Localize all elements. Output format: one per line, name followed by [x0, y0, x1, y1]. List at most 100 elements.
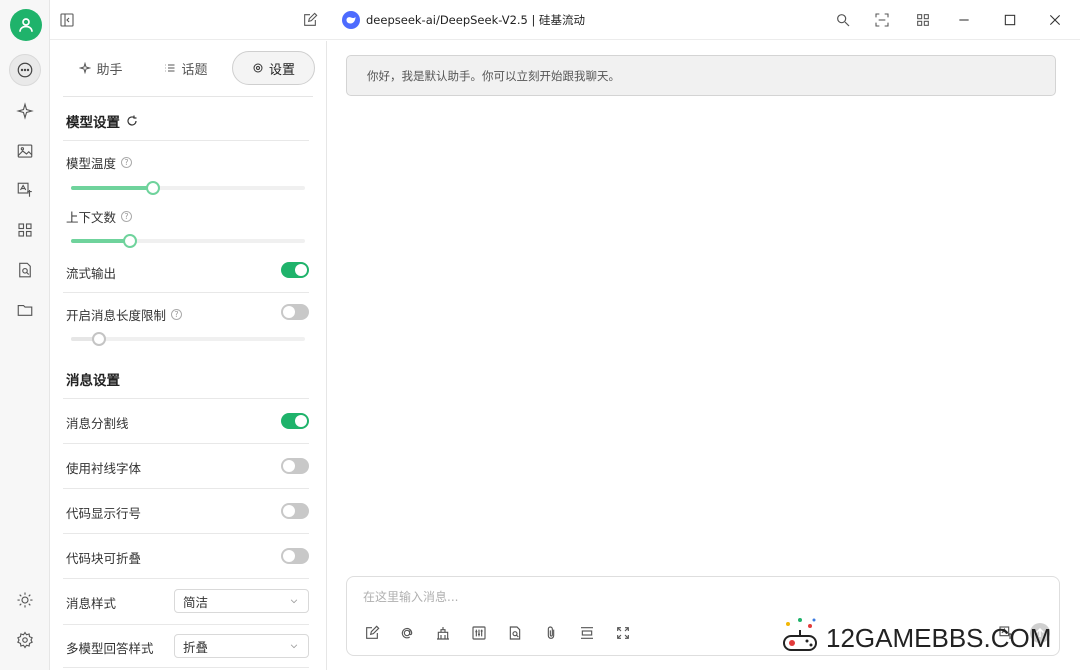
edit-icon	[366, 625, 380, 639]
message-style-label: 消息样式	[66, 596, 117, 611]
context-label: 上下文数 ?	[66, 207, 133, 226]
left-rail	[0, 0, 50, 670]
rail-agents-button[interactable]	[9, 95, 41, 127]
message-style-select[interactable]: 简洁	[174, 589, 309, 613]
search-button[interactable]	[833, 10, 853, 30]
model-settings-title-text: 模型设置	[66, 115, 120, 131]
message-input[interactable]: 在这里输入消息...	[363, 588, 458, 605]
code-collapsible-label: 代码块可折叠	[66, 551, 142, 566]
new-topic-button[interactable]	[363, 624, 381, 642]
slider-thumb[interactable]	[92, 332, 107, 346]
rail-image-button[interactable]	[9, 135, 41, 167]
slider-fill	[71, 186, 153, 190]
user-icon	[19, 18, 33, 32]
paperclip-icon	[547, 626, 555, 639]
document-search-icon	[509, 626, 521, 640]
gamepad-logo-icon	[783, 618, 817, 651]
assistant-greeting-message: 你好，我是默认助手。你可以立刻开始跟我聊天。	[346, 55, 1056, 96]
gear-icon	[253, 63, 263, 73]
expand-icon	[617, 627, 629, 639]
settings-panel: 助手 话题 设置 模型设置 模型温度 ? 上下文数 ? 流式输出 开启消息长度限…	[51, 41, 327, 670]
max-length-label-text: 开启消息长度限制	[66, 308, 167, 323]
screenshot-button[interactable]	[872, 10, 892, 30]
rail-theme-button[interactable]	[9, 584, 41, 616]
help-icon[interactable]: ?	[121, 211, 133, 222]
gear-icon	[17, 631, 33, 649]
tab-topics[interactable]: 话题	[156, 51, 216, 85]
max-length-slider[interactable]	[71, 332, 305, 346]
serif-font-label: 使用衬线字体	[66, 461, 142, 476]
message-divider-toggle[interactable]	[281, 413, 309, 429]
rail-settings-button[interactable]	[9, 624, 41, 656]
sliders-icon	[472, 626, 486, 640]
apps-button[interactable]	[913, 10, 933, 30]
new-chat-button[interactable]	[300, 10, 320, 30]
divider	[63, 398, 309, 399]
list-icon	[165, 64, 175, 72]
grid-icon	[917, 14, 929, 26]
mention-model-button[interactable]	[398, 624, 416, 642]
slider-thumb[interactable]	[122, 234, 137, 248]
clear-context-button[interactable]	[578, 624, 596, 642]
tabs-divider	[63, 96, 313, 97]
chevron-down-icon	[290, 599, 298, 604]
minimize-button[interactable]	[954, 10, 974, 30]
rail-chat-button[interactable]	[9, 54, 41, 86]
tab-settings-label: 设置	[268, 62, 295, 78]
sun-icon	[17, 592, 33, 608]
at-sign-icon	[401, 627, 413, 639]
rail-knowledge-button[interactable]	[9, 254, 41, 286]
toggle-sidebar-button[interactable]	[57, 10, 77, 30]
rail-apps-button[interactable]	[9, 214, 41, 246]
temperature-slider[interactable]	[71, 181, 305, 195]
divider	[63, 624, 309, 625]
rail-translate-button[interactable]	[9, 174, 41, 206]
serif-font-toggle[interactable]	[281, 458, 309, 474]
tab-assistant-label: 助手	[96, 62, 123, 78]
context-divider-icon	[581, 627, 593, 639]
panel-tabs: 助手 话题 设置	[51, 51, 327, 85]
sparkle-icon	[79, 62, 92, 74]
document-search-icon	[19, 262, 31, 278]
tab-assistant[interactable]: 助手	[71, 51, 131, 85]
multi-model-style-label: 多模型回答样式	[66, 641, 154, 656]
help-icon[interactable]: ?	[171, 309, 183, 320]
model-logo	[342, 11, 360, 29]
max-length-label: 开启消息长度限制 ?	[66, 305, 183, 324]
divider	[63, 292, 309, 293]
rail-files-button[interactable]	[9, 294, 41, 326]
attach-button[interactable]	[542, 624, 560, 642]
maximize-icon	[1004, 14, 1016, 26]
grid-icon	[18, 223, 32, 237]
stream-output-label: 流式输出	[66, 266, 117, 281]
knowledge-base-button[interactable]	[506, 624, 524, 642]
settings-sliders-button[interactable]	[470, 624, 488, 642]
refresh-icon[interactable]	[126, 115, 138, 127]
stream-output-toggle[interactable]	[281, 262, 309, 278]
user-avatar[interactable]	[10, 9, 42, 41]
code-line-numbers-label: 代码显示行号	[66, 506, 142, 521]
divider	[63, 667, 309, 668]
top-bar: deepseek-ai/DeepSeek-V2.5 | 硅基流动	[50, 0, 1080, 40]
divider	[63, 140, 309, 141]
code-collapsible-toggle[interactable]	[281, 548, 309, 564]
assistant-button[interactable]	[434, 624, 452, 642]
max-length-toggle[interactable]	[281, 304, 309, 320]
context-label-text: 上下文数	[66, 210, 117, 225]
close-button[interactable]	[1045, 10, 1065, 30]
help-icon[interactable]: ?	[121, 157, 133, 168]
divider	[63, 488, 309, 489]
building-icon	[437, 627, 449, 640]
tab-settings[interactable]: 设置	[232, 51, 315, 85]
expand-input-button[interactable]	[614, 624, 632, 642]
sparkle-icon	[16, 102, 34, 120]
slider-thumb[interactable]	[145, 181, 160, 195]
watermark-text: 12GAMEBBS.COM	[826, 622, 1052, 653]
watermark: 12GAMEBBS.COM	[780, 614, 1051, 662]
multi-model-style-select[interactable]: 折叠	[174, 634, 309, 658]
code-line-numbers-toggle[interactable]	[281, 503, 309, 519]
close-icon	[1049, 14, 1061, 26]
maximize-button[interactable]	[1000, 10, 1020, 30]
model-title[interactable]: deepseek-ai/DeepSeek-V2.5 | 硅基流动	[366, 12, 585, 28]
context-slider[interactable]	[71, 234, 305, 248]
